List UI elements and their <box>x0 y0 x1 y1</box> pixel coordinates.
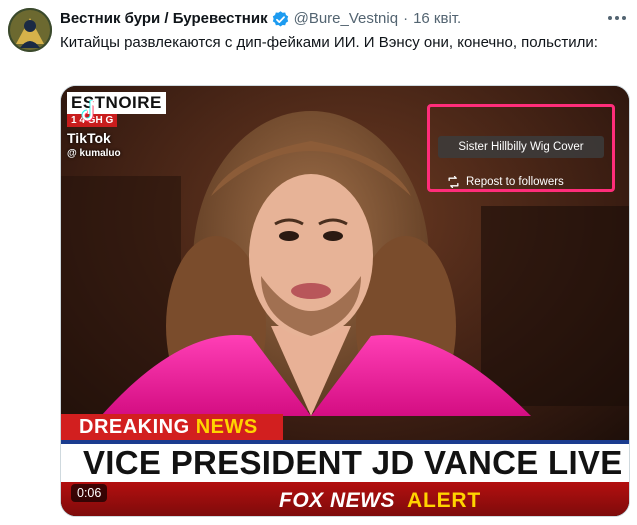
timestamp[interactable]: 16 квіт. <box>413 9 461 29</box>
breaking-text: DREAKING <box>79 416 196 438</box>
fox-news-label: FOX NEWS <box>279 489 396 512</box>
more-options-icon[interactable] <box>605 8 629 28</box>
tweet[interactable]: Вестник бури / Буревестник @Bure_Vestniq… <box>0 0 637 525</box>
tweet-header: Вестник бури / Буревестник @Bure_Vestniq… <box>60 8 627 30</box>
handle[interactable]: @Bure_Vestniq <box>294 9 398 29</box>
video-duration[interactable]: 0:06 <box>71 484 108 502</box>
avatar[interactable] <box>8 8 52 52</box>
repost-label: Repost to followers <box>466 176 564 188</box>
headline-bar: VICE PRESIDENT JD VANCE LIVE ON <box>61 440 629 482</box>
news-text: NEWS <box>195 416 258 438</box>
breaking-news-bar: DREAKING NEWS <box>61 414 283 440</box>
song-title-pill: Sister Hillbilly Wig Cover <box>438 136 604 158</box>
repost-row: Repost to followers <box>447 174 564 190</box>
media-video[interactable]: ESTNOIRE 1 4 GH G TikTok @ kumaluo Siste… <box>60 85 630 517</box>
tiktok-username: @ kumaluo <box>67 148 121 159</box>
tiktok-watermark: TikTok <box>67 130 111 146</box>
avatar-image <box>8 8 52 52</box>
repost-icon <box>448 176 459 188</box>
tiktok-icon <box>79 98 101 124</box>
tweet-text: Китайцы развлекаются с дип-фейками ИИ. И… <box>60 34 598 51</box>
alert-label: ALERT <box>407 489 481 512</box>
verified-badge-icon <box>271 10 290 29</box>
display-name[interactable]: Вестник бури / Буревестник <box>60 9 268 29</box>
separator-dot: · <box>403 10 409 27</box>
